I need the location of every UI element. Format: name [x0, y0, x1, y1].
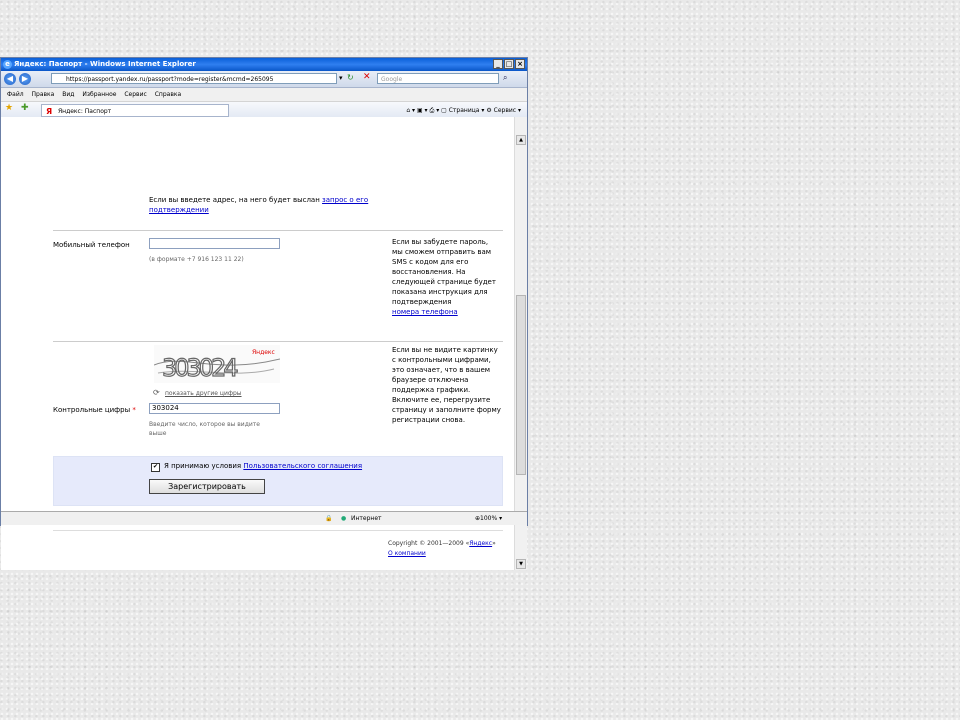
- register-button[interactable]: Зарегистрировать: [149, 479, 265, 494]
- show-other-digits-link[interactable]: показать другие цифры: [165, 390, 242, 397]
- captcha-label: Контрольные цифры *: [53, 406, 136, 414]
- agree-checkbox[interactable]: ✔: [151, 463, 160, 472]
- browser-tab[interactable]: Я Яндекс: Паспорт: [41, 104, 229, 117]
- back-button[interactable]: ◀: [4, 73, 16, 85]
- confirm-request-link[interactable]: запрос о его: [322, 196, 368, 204]
- menu-view[interactable]: Вид: [62, 91, 74, 98]
- captcha-brand: Яндекс: [252, 349, 275, 356]
- globe-icon: ●: [341, 515, 347, 522]
- print-icon[interactable]: ⎙ ▾: [430, 107, 440, 114]
- page-menu[interactable]: ▢ Страница ▾: [441, 107, 484, 114]
- scroll-down-icon[interactable]: ▼: [516, 559, 526, 569]
- vertical-scrollbar[interactable]: ▲ ▼: [514, 117, 527, 570]
- search-input[interactable]: Google: [377, 73, 499, 84]
- zoom-level[interactable]: ⊕100% ▾: [475, 512, 502, 525]
- email-hint: Если вы введете адрес, на него будет выс…: [149, 196, 369, 214]
- tab-title: Яндекс: Паспорт: [58, 108, 112, 115]
- search-icon[interactable]: ⌕: [503, 73, 507, 83]
- captcha-hint: Введите число, которое вы видите выше: [149, 421, 260, 437]
- home-icon[interactable]: ⌂ ▾: [406, 107, 415, 114]
- window-controls: _ □ ×: [493, 59, 525, 69]
- title-bar: e Яндекс: Паспорт - Windows Internet Exp…: [1, 58, 527, 71]
- separator: [53, 230, 503, 231]
- status-bar: 🔒 ● Интернет ⊕100% ▾: [1, 511, 527, 525]
- favorites-star-icon[interactable]: ★: [5, 103, 13, 113]
- footer: Copyright © 2001—2009 «Яндекс» О компани…: [388, 540, 496, 559]
- menu-file[interactable]: Файл: [7, 91, 24, 98]
- forward-button[interactable]: ▶: [19, 73, 31, 85]
- menu-bar: Файл Правка Вид Избранное Сервис Справка: [1, 88, 527, 102]
- lock-icon: 🔒: [325, 515, 333, 522]
- yandex-link[interactable]: Яндекс: [469, 540, 492, 547]
- captcha-help: Если вы не видите картинку с контрольным…: [392, 346, 501, 424]
- window-title: Яндекс: Паспорт - Windows Internet Explo…: [14, 60, 196, 68]
- close-button[interactable]: ×: [515, 59, 525, 69]
- browser-window: e Яндекс: Паспорт - Windows Internet Exp…: [0, 57, 528, 570]
- mobile-help: Если вы забудете пароль, мы сможем отпра…: [392, 237, 502, 317]
- menu-edit[interactable]: Правка: [32, 91, 55, 98]
- menu-help[interactable]: Справка: [155, 91, 181, 98]
- about-company-link[interactable]: О компании: [388, 549, 496, 559]
- page-content: Если вы введете адрес, на него будет выс…: [1, 117, 515, 570]
- refresh-captcha-icon[interactable]: ⟳: [153, 388, 160, 397]
- agreement-panel: ✔ Я принимаю условия Пользовательского с…: [53, 456, 503, 506]
- address-input[interactable]: https://passport.yandex.ru/passport?mode…: [51, 73, 337, 84]
- tools-menu[interactable]: ⚙ Сервис ▾: [486, 107, 521, 114]
- mobile-input[interactable]: [149, 238, 280, 249]
- maximize-button[interactable]: □: [504, 59, 514, 69]
- ie-logo-icon: e: [3, 60, 12, 69]
- captcha-digits: 303024: [162, 354, 237, 382]
- mobile-format-hint: (в формате +7 916 123 11 22): [149, 256, 244, 263]
- minimize-button[interactable]: _: [493, 59, 503, 69]
- stop-icon[interactable]: ✕: [363, 72, 371, 82]
- menu-favorites[interactable]: Избранное: [82, 91, 116, 98]
- scroll-up-icon[interactable]: ▲: [516, 135, 526, 145]
- mobile-label: Мобильный телефон: [53, 241, 130, 249]
- phone-number-link[interactable]: номера телефона: [392, 307, 502, 317]
- security-zone: Интернет: [351, 515, 382, 522]
- refresh-icon[interactable]: ↻: [347, 73, 354, 82]
- captcha-input[interactable]: 303024: [149, 403, 280, 414]
- add-favorite-icon[interactable]: ✚: [21, 103, 29, 113]
- captcha-image: 303024 Яндекс: [153, 345, 281, 383]
- scrollbar-thumb[interactable]: [516, 295, 526, 475]
- feeds-icon[interactable]: ▣ ▾: [417, 107, 428, 114]
- confirm-request-link-cont[interactable]: подтверждении: [149, 206, 209, 214]
- address-toolbar: ◀ ▶ Я https://passport.yandex.ru/passpor…: [1, 71, 527, 88]
- address-dropdown-icon[interactable]: ▾: [339, 74, 343, 82]
- agree-text: Я принимаю условия Пользовательского сог…: [164, 462, 363, 470]
- user-agreement-link[interactable]: Пользовательского соглашения: [243, 462, 362, 470]
- separator: [53, 530, 503, 531]
- separator: [53, 341, 503, 342]
- menu-tools[interactable]: Сервис: [124, 91, 146, 98]
